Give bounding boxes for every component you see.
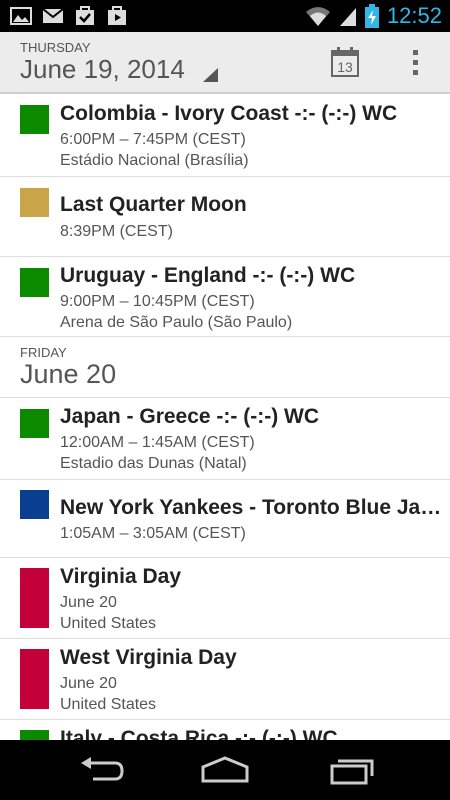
overflow-dot: [412, 69, 418, 75]
event-item[interactable]: Italy - Costa Rica -:- (-:-) WC: [0, 720, 450, 740]
back-button[interactable]: [75, 755, 125, 785]
calendar-today-icon: 13: [331, 47, 359, 77]
gallery-icon: [10, 7, 32, 25]
event-location: United States: [60, 696, 157, 713]
wifi-icon: [305, 7, 330, 26]
gmail-icon: [42, 8, 64, 23]
event-time: 1:05AM – 3:05AM (CEST): [60, 525, 246, 542]
status-bar: 12:52: [0, 0, 450, 32]
recent-apps-button[interactable]: [328, 755, 378, 785]
event-time: 8:39PM (CEST): [60, 223, 173, 240]
event-title: Uruguay - England -:- (-:-) WC: [60, 264, 356, 287]
current-day-name: Thursday: [20, 40, 91, 55]
event-time: 6:00PM – 7:45PM (CEST): [60, 131, 246, 148]
event-item[interactable]: Uruguay - England -:- (-:-) WC 9:00PM – …: [0, 257, 450, 337]
event-time: June 20: [60, 594, 117, 611]
clock: 12:52: [386, 3, 442, 28]
event-location: Estadio das Dunas (Natal): [60, 455, 247, 472]
recent-apps-icon: [330, 759, 374, 785]
event-title: Last Quarter Moon: [60, 193, 247, 216]
event-color-swatch: [20, 105, 49, 134]
home-button[interactable]: [200, 755, 250, 785]
event-title: West Virginia Day: [60, 646, 237, 669]
system-icons: 12:52: [305, 3, 442, 29]
event-title: New York Yankees - Toronto Blue Ja…: [60, 496, 440, 519]
event-color-swatch: [20, 568, 49, 628]
spinner-caret-icon: [203, 68, 218, 82]
day-header-name: Friday: [20, 345, 67, 360]
home-icon: [201, 756, 249, 783]
agenda-list[interactable]: Colombia - Ivory Coast -:- (-:-) WC 6:00…: [0, 94, 450, 740]
event-item[interactable]: Colombia - Ivory Coast -:- (-:-) WC 6:00…: [0, 94, 450, 177]
event-color-swatch: [20, 649, 49, 709]
day-header-date: June 20: [20, 359, 117, 389]
event-time: 12:00AM – 1:45AM (CEST): [60, 434, 255, 451]
event-color-swatch: [20, 490, 49, 519]
back-icon: [81, 757, 124, 781]
signal-icon: [339, 8, 356, 26]
event-item[interactable]: Last Quarter Moon 8:39PM (CEST): [0, 177, 450, 257]
event-title: Italy - Costa Rica -:- (-:-) WC: [60, 727, 338, 740]
event-location: United States: [60, 615, 157, 632]
event-color-swatch: [20, 188, 49, 217]
action-bar: Thursday June 19, 2014 13: [0, 32, 450, 94]
event-time: June 20: [60, 675, 117, 692]
event-item[interactable]: Virginia Day June 20 United States: [0, 558, 450, 639]
today-button[interactable]: 13: [330, 46, 360, 78]
tasks-icon: [76, 6, 94, 25]
event-title: Japan - Greece -:- (-:-) WC: [60, 405, 320, 428]
navigation-bar: [0, 740, 450, 800]
event-color-swatch: [20, 268, 49, 297]
event-item[interactable]: Japan - Greece -:- (-:-) WC 12:00AM – 1:…: [0, 398, 450, 480]
event-time: 9:00PM – 10:45PM (CEST): [60, 293, 255, 310]
overflow-dot: [412, 59, 418, 65]
event-color-swatch: [20, 730, 49, 740]
notification-icons: [10, 5, 128, 27]
event-location: Arena de São Paulo (São Paulo): [60, 314, 293, 331]
event-location: Estádio Nacional (Brasília): [60, 152, 249, 169]
event-title: Virginia Day: [60, 565, 181, 588]
event-item[interactable]: New York Yankees - Toronto Blue Ja… 1:05…: [0, 480, 450, 558]
event-item[interactable]: West Virginia Day June 20 United States: [0, 639, 450, 720]
battery-charging-icon: [364, 4, 379, 28]
overflow-dot: [412, 49, 418, 55]
today-number: 13: [337, 59, 353, 75]
play-store-icon: [108, 6, 126, 25]
overflow-menu-button[interactable]: [400, 46, 430, 78]
day-header: Friday June 20: [0, 337, 450, 398]
current-date: June 19, 2014: [20, 54, 185, 84]
event-color-swatch: [20, 409, 49, 438]
event-title: Colombia - Ivory Coast -:- (-:-) WC: [60, 102, 398, 125]
